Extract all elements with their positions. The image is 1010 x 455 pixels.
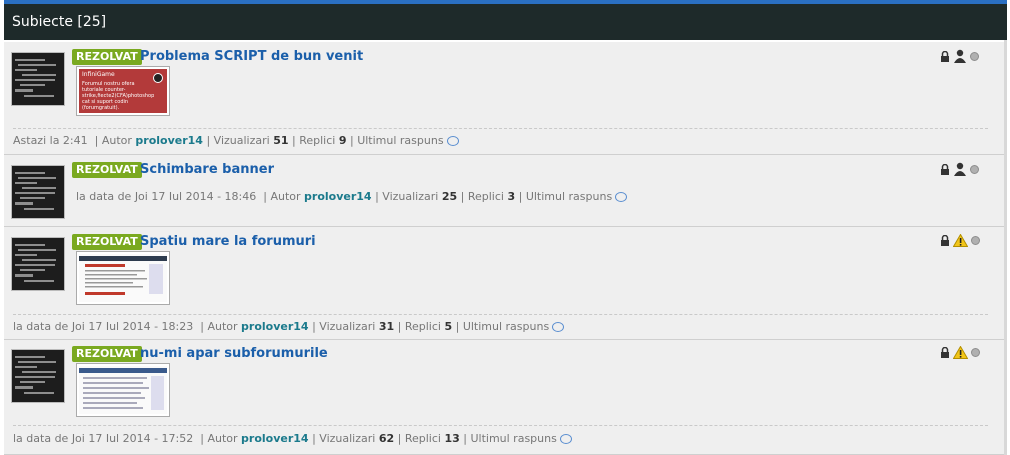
header-title: Subiecte [25]	[12, 14, 107, 30]
read-status-dot	[971, 236, 980, 245]
close-icon	[153, 73, 163, 83]
warning-icon	[953, 234, 968, 247]
topic-status-icons	[940, 162, 979, 176]
divider	[13, 314, 988, 315]
topic-title-link[interactable]: nu-mi apar subforumurile	[140, 346, 328, 362]
user-icon	[954, 49, 966, 63]
avatar[interactable]	[11, 349, 65, 403]
last-reply-link[interactable]: Ultimul raspuns	[470, 432, 556, 445]
lock-icon	[941, 50, 949, 62]
topics-header: Subiecte [25]	[4, 4, 1007, 40]
lock-icon	[941, 235, 949, 246]
topic-row: REZOLVAT Spatiu mare la forumuri la data…	[4, 227, 1007, 340]
topic-title-link[interactable]: Problema SCRIPT de bun venit	[140, 49, 363, 65]
preview-text: Forumul nostru ofera tutoriale counter-s…	[82, 81, 155, 111]
topic-status-icons	[940, 49, 979, 63]
reply-icon[interactable]	[615, 192, 628, 202]
topic-title-link[interactable]: Spatiu mare la forumuri	[140, 234, 316, 250]
topic-meta: la data de Joi 17 Iul 2014 - 18:46 | Aut…	[76, 190, 628, 203]
read-status-dot	[970, 164, 979, 174]
last-reply-link[interactable]: Ultimul raspuns	[357, 134, 443, 147]
topic-title-link[interactable]: Schimbare banner	[140, 162, 274, 178]
topic-list: Subiecte [25] REZOLVAT Problema SCRIPT d…	[4, 0, 1007, 455]
reply-icon[interactable]	[559, 434, 572, 444]
topic-row: REZOLVAT Schimbare banner la data de Joi…	[4, 155, 1007, 227]
author-link[interactable]: prolover14	[241, 432, 309, 445]
warning-icon	[953, 346, 968, 359]
last-reply-link[interactable]: Ultimul raspuns	[526, 190, 612, 203]
solved-badge: REZOLVAT	[72, 234, 142, 250]
divider	[13, 128, 988, 129]
author-link[interactable]: prolover14	[135, 134, 203, 147]
scrollbar[interactable]	[1004, 40, 1007, 455]
topic-status-icons	[940, 234, 980, 247]
divider	[13, 425, 988, 426]
author-link[interactable]: prolover14	[304, 190, 372, 203]
author-link[interactable]: prolover14	[241, 320, 309, 333]
preview-heading: InfiniGame	[82, 71, 115, 78]
preview-thumbnail[interactable]	[76, 363, 170, 417]
topic-meta: la data de Joi 17 Iul 2014 - 17:52 | Aut…	[13, 432, 572, 445]
solved-badge: REZOLVAT	[72, 49, 142, 65]
topic-meta: Astazi la 2:41 | Autor prolover14 | Vizu…	[13, 134, 459, 147]
topic-status-icons	[940, 346, 980, 359]
preview-thumbnail[interactable]	[76, 251, 170, 305]
lock-icon	[941, 347, 949, 358]
avatar[interactable]	[11, 52, 65, 106]
reply-icon[interactable]	[446, 136, 459, 146]
reply-icon[interactable]	[552, 322, 565, 332]
avatar[interactable]	[11, 237, 65, 291]
lock-icon	[941, 163, 949, 175]
topic-row: REZOLVAT Problema SCRIPT de bun venit In…	[4, 42, 1007, 155]
topic-meta: la data de Joi 17 Iul 2014 - 18:23 | Aut…	[13, 320, 565, 333]
forum-screenshot-image	[79, 366, 167, 414]
solved-badge: REZOLVAT	[72, 346, 142, 362]
solved-badge: REZOLVAT	[72, 162, 142, 178]
last-reply-link[interactable]: Ultimul raspuns	[463, 320, 549, 333]
read-status-dot	[971, 348, 980, 357]
read-status-dot	[970, 51, 979, 61]
topic-row: REZOLVAT nu-mi apar subforumurile la dat…	[4, 340, 1007, 455]
user-icon	[954, 162, 966, 176]
preview-thumbnail[interactable]: InfiniGame Forumul nostru ofera tutorial…	[76, 66, 170, 116]
avatar[interactable]	[11, 165, 65, 219]
forum-screenshot-image	[79, 254, 167, 302]
